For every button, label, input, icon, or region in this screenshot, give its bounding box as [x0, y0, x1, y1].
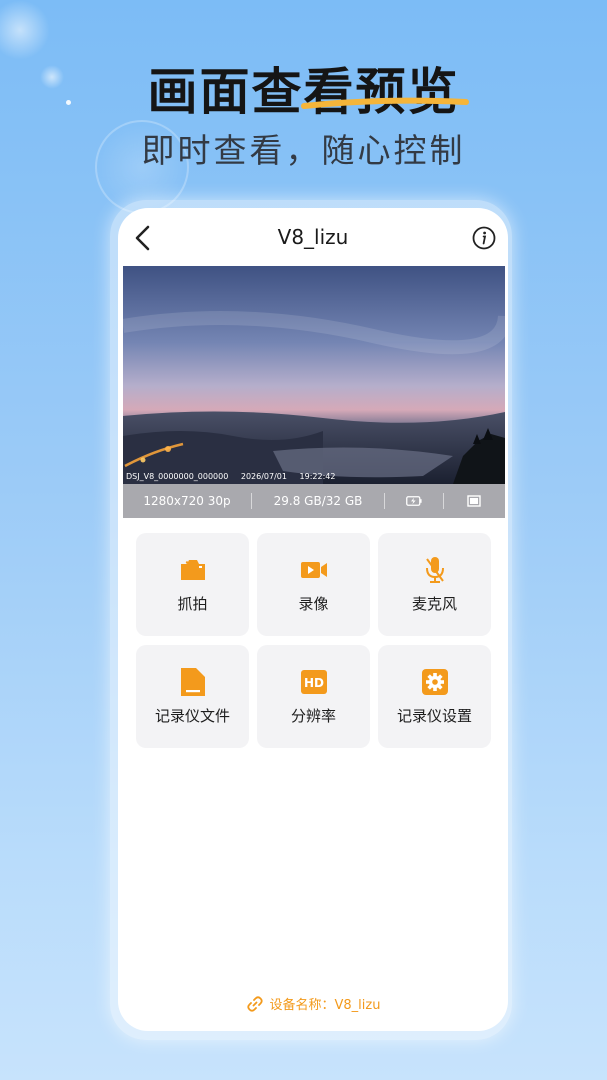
- landscape-scene: [123, 266, 505, 484]
- microphone-button[interactable]: 麦克风: [378, 533, 491, 636]
- info-icon[interactable]: [472, 226, 496, 250]
- tile-label: 抓拍: [177, 595, 208, 613]
- folder-icon: [178, 667, 208, 697]
- snapshot-button[interactable]: 抓拍: [136, 533, 249, 636]
- gear-icon: [420, 667, 450, 697]
- storage-label: 29.8 GB/32 GB: [273, 494, 363, 508]
- video-date: 2026/07/01: [240, 472, 287, 481]
- fullscreen-icon: [467, 495, 481, 507]
- record-button[interactable]: 录像: [257, 533, 370, 636]
- video-info-bar: 1280x720 30p 29.8 GB/32 GB: [123, 484, 505, 518]
- phone-screen: V8_lizu DSJ_V8_0000000_000000 2026/07/01…: [118, 208, 508, 1031]
- page-title: V8_lizu: [277, 225, 349, 249]
- fullscreen-button[interactable]: [444, 484, 504, 518]
- video-timestamp-overlay: DSJ_V8_0000000_000000 2026/07/01 19:22:4…: [126, 472, 345, 481]
- svg-text:HD: HD: [303, 676, 323, 690]
- hd-icon: HD: [299, 667, 329, 697]
- tile-label: 记录仪文件: [154, 707, 230, 725]
- recorder-settings-button[interactable]: 记录仪设置: [378, 645, 491, 748]
- tile-label: 录像: [298, 595, 329, 613]
- tile-label: 记录仪设置: [396, 707, 472, 725]
- battery-status: [385, 484, 443, 518]
- recorder-files-button[interactable]: 记录仪文件: [136, 645, 249, 748]
- hero-subtitle: 即时查看，随心控制: [141, 131, 466, 170]
- hero-title: 画面查看预览: [147, 63, 460, 121]
- action-grid: 抓拍 录像 麦克风 记录仪文件 HD 分辨率 记录仪设置: [136, 533, 492, 748]
- device-name-footer: 设备名称：V8_lizu: [118, 994, 508, 1013]
- tile-label: 麦克风: [411, 595, 457, 613]
- video-file-name: DSJ_V8_0000000_000000: [126, 472, 229, 481]
- nav-bar: V8_lizu: [118, 208, 508, 266]
- microphone-icon: [420, 555, 450, 585]
- resolution-button[interactable]: HD 分辨率: [257, 645, 370, 748]
- lens-flare: [0, 0, 50, 60]
- link-icon: [246, 995, 263, 1012]
- video-camera-icon: [299, 555, 329, 585]
- camera-icon: [178, 555, 208, 585]
- tile-label: 分辨率: [290, 707, 336, 725]
- resolution-label: 1280x720 30p: [143, 494, 231, 508]
- hero-underline: [301, 97, 469, 109]
- video-preview[interactable]: DSJ_V8_0000000_000000 2026/07/01 19:22:4…: [123, 266, 505, 484]
- device-name-label: 设备名称：V8_lizu: [269, 998, 381, 1013]
- video-time: 19:22:42: [299, 472, 336, 481]
- battery-charging-icon: [406, 496, 422, 506]
